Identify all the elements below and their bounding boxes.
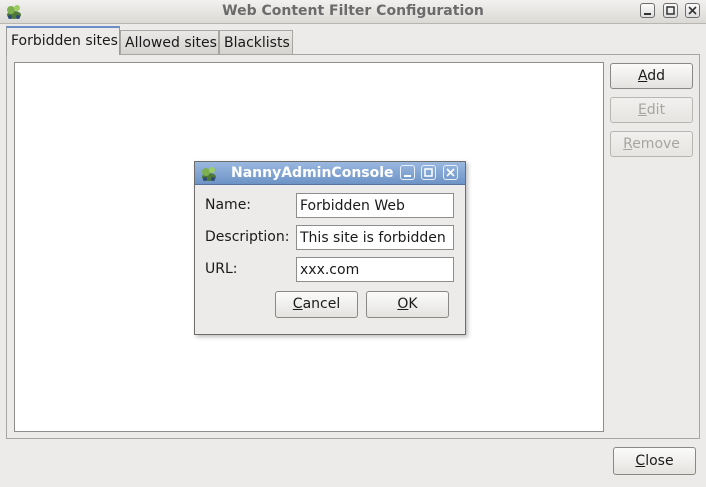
remove-button[interactable]: Remove [610, 131, 693, 157]
name-field[interactable] [296, 193, 454, 218]
name-label: Name: [205, 197, 252, 213]
maximize-button[interactable] [663, 3, 678, 18]
description-label: Description: [205, 229, 290, 245]
tab-allowed-sites[interactable]: Allowed sites [120, 30, 219, 54]
dialog-maximize-button[interactable] [421, 165, 436, 180]
dialog-title: NannyAdminConsole [231, 165, 394, 181]
url-field[interactable] [296, 257, 454, 282]
dialog-close-button[interactable] [443, 165, 458, 180]
minimize-button[interactable] [640, 3, 655, 18]
window-titlebar[interactable]: Web Content Filter Configuration [0, 0, 706, 24]
site-dialog: NannyAdminConsole Name: Description: URL… [194, 161, 466, 335]
edit-button[interactable]: Edit [610, 97, 693, 123]
app-icon [199, 164, 219, 182]
tab-blacklists[interactable]: Blacklists [219, 30, 293, 54]
tab-forbidden-sites[interactable]: Forbidden sites [6, 26, 120, 55]
cancel-button[interactable]: Cancel [275, 291, 358, 318]
url-label: URL: [205, 261, 238, 277]
close-button[interactable]: Close [613, 447, 696, 475]
dialog-minimize-button[interactable] [400, 165, 415, 180]
window-title: Web Content Filter Configuration [222, 3, 484, 19]
description-field[interactable] [296, 225, 454, 250]
add-button[interactable]: Add [610, 63, 693, 89]
ok-button[interactable]: OK [366, 291, 449, 318]
close-window-button[interactable] [685, 3, 700, 18]
dialog-titlebar[interactable]: NannyAdminConsole [195, 162, 465, 185]
